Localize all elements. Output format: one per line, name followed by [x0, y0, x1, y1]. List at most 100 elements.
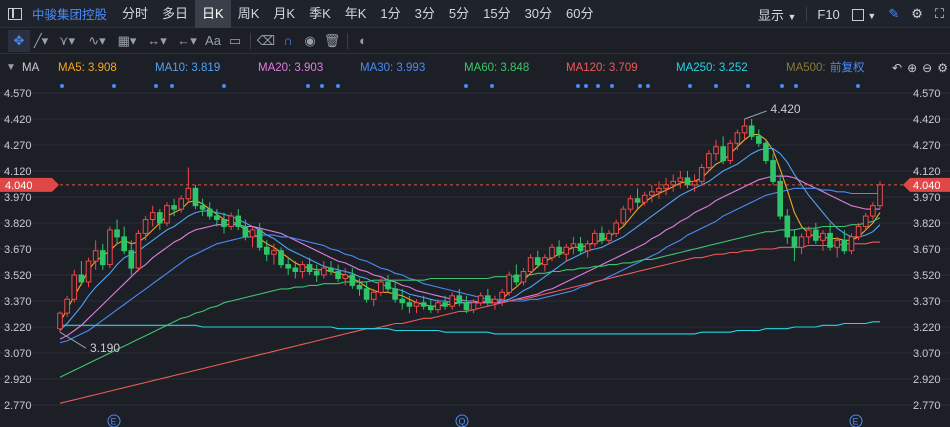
settings-icon[interactable]: ⚙ — [937, 61, 948, 75]
event-marker-label: Q — [459, 417, 466, 427]
ma-legend-item[interactable]: MA20: 3.903 — [258, 57, 323, 79]
candle-body — [335, 271, 341, 279]
color-dropdown[interactable]: ▼ — [846, 7, 883, 22]
toggle-icon[interactable]: ◐ — [352, 30, 374, 52]
candle-body — [641, 194, 648, 203]
candle-body — [791, 236, 798, 248]
expand-icon[interactable]: ⛶ — [929, 6, 950, 22]
event-marker-label: E — [111, 417, 117, 427]
undo-icon[interactable]: ↶ — [892, 61, 902, 75]
trash-icon[interactable]: 🗑 — [321, 30, 343, 52]
y-tick-label-right: 4.420 — [913, 114, 941, 126]
divider — [806, 7, 808, 21]
candle-body — [356, 284, 363, 290]
ma-legend-item[interactable]: MA60: 3.848 — [464, 57, 529, 79]
candle-body — [877, 184, 883, 207]
y-tick-label-right: 3.820 — [913, 218, 941, 230]
settings-icon[interactable]: ⚙ — [905, 6, 929, 22]
period-tab[interactable]: 日K — [195, 0, 231, 28]
period-tab[interactable]: 年K — [338, 0, 374, 28]
high-pointer — [744, 110, 767, 120]
period-tab[interactable]: 60分 — [559, 0, 600, 28]
event-marker-label: E — [853, 417, 859, 427]
marker-dot — [596, 84, 600, 88]
low-annotation: 3.190 — [90, 341, 120, 355]
candle-body — [848, 236, 855, 252]
period-tab[interactable]: 5分 — [442, 0, 476, 28]
f10-button[interactable]: F10 — [811, 7, 845, 22]
current-price-label: 4.040 — [913, 180, 941, 192]
display-dropdown[interactable]: 显示 ▼ — [752, 5, 803, 24]
wave-line-icon[interactable]: ∿▾ — [82, 30, 112, 52]
candle-body — [349, 274, 356, 286]
candle-body — [192, 187, 199, 207]
remove-icon[interactable]: ⊖ — [922, 61, 932, 75]
ma-legend-item[interactable]: MA10: 3.819 — [155, 57, 220, 79]
pen-icon[interactable]: ✎ — [882, 6, 905, 22]
period-tab[interactable]: 3分 — [408, 0, 442, 28]
ma-legend-item[interactable]: MA5: 3.908 — [58, 57, 117, 79]
y-tick-label-left: 4.570 — [4, 88, 32, 100]
candle-body — [798, 236, 805, 248]
period-tab[interactable]: 15分 — [476, 0, 517, 28]
marker-dot — [856, 84, 860, 88]
candle-body — [870, 205, 876, 217]
y-tick-label-right: 4.570 — [913, 88, 941, 100]
candle-body — [513, 274, 520, 283]
y-tick-label-left: 3.370 — [4, 296, 32, 308]
chart-type-icon[interactable]: ▦▾ — [112, 30, 142, 52]
candle-body — [92, 250, 99, 262]
period-tab[interactable]: 月K — [266, 0, 302, 28]
panel-toggle-icon[interactable] — [8, 7, 22, 20]
candle-body — [827, 232, 833, 248]
candle-body — [285, 264, 291, 269]
magnet-icon[interactable]: ∩ — [277, 30, 299, 52]
marker-dot — [610, 84, 614, 88]
candlestick-chart[interactable]: 4.570 4.570 4.420 4.420 4.270 4.270 4.120 4.120… — [0, 79, 950, 427]
line-icon[interactable]: ╱▾ — [30, 30, 52, 52]
ma30-line — [59, 187, 880, 344]
crosshair-icon[interactable]: ✥ — [8, 29, 30, 52]
y-tick-label-left: 3.970 — [4, 192, 32, 204]
collapse-icon[interactable]: ▼ — [6, 57, 16, 79]
fork-line-icon[interactable]: ⋎▾ — [52, 30, 82, 52]
candle-body — [378, 281, 384, 293]
candle-body — [292, 267, 299, 273]
ma-legend-item[interactable]: MA30: 3.993 — [360, 57, 425, 79]
marker-dot — [746, 84, 750, 88]
candle-body — [470, 302, 477, 311]
eraser-icon[interactable]: ⌫ — [255, 30, 277, 52]
period-tab[interactable]: 30分 — [518, 0, 559, 28]
adjust-label[interactable]: 前复权 — [830, 57, 865, 79]
ma-legend-item[interactable]: MA250: 3.252 — [676, 57, 748, 79]
candle-body — [363, 288, 370, 300]
candle-body — [149, 212, 156, 221]
period-tab[interactable]: 1分 — [373, 0, 407, 28]
candle-body — [135, 232, 142, 269]
add-icon[interactable]: ⊕ — [907, 61, 917, 75]
text-icon[interactable]: Aa — [202, 30, 224, 52]
period-tab[interactable]: 多日 — [155, 0, 195, 28]
candle-body — [748, 125, 755, 137]
candle-body — [691, 180, 698, 186]
period-toolbar: 中骏集团控股 分时 多日 日K 周K 月K 季K 年K 1分 3分 5分 15分 30分 60分 显示 … — [0, 0, 950, 28]
candle-body — [278, 250, 284, 266]
stock-name[interactable]: 中骏集团控股 — [28, 4, 115, 23]
ma-legend-item[interactable]: MA120: 3.709 — [566, 57, 638, 79]
eye-icon[interactable]: ◉ — [299, 30, 321, 52]
period-tab[interactable]: 周K — [231, 0, 267, 28]
arrow-left-icon[interactable]: ←▾ — [172, 30, 202, 52]
indicator-name[interactable]: MA — [22, 57, 39, 79]
candle-body — [342, 274, 349, 279]
comment-icon[interactable]: ▭ — [224, 30, 246, 52]
ma250-line — [60, 321, 880, 335]
period-tab[interactable]: 分时 — [115, 0, 155, 28]
candle-body — [563, 246, 570, 255]
drawing-toolbar: ✥ ╱▾ ⋎▾ ∿▾ ▦▾ ↔▾ ←▾ Aa ▭ ⌫ ∩ ◉ 🗑 ◐ — [0, 28, 950, 54]
candle-body — [442, 302, 448, 307]
ma-legend-item[interactable]: MA500: — [786, 57, 826, 79]
candle-body — [85, 260, 92, 283]
range-icon[interactable]: ↔▾ — [142, 30, 172, 52]
period-tabs: 分时 多日 日K 周K 月K 季K 年K 1分 3分 5分 15分 30分 60分 — [115, 0, 601, 28]
period-tab[interactable]: 季K — [302, 0, 338, 28]
